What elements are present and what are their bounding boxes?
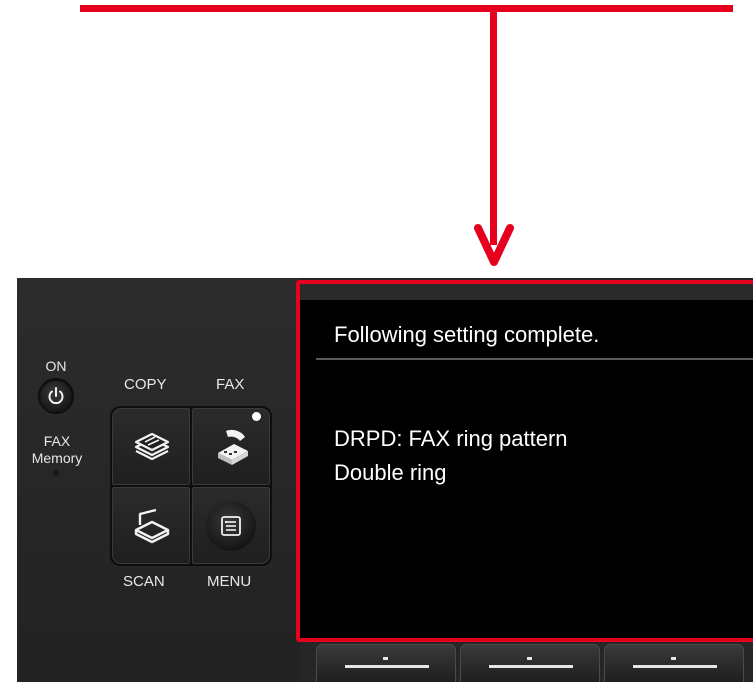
function-button-right[interactable] bbox=[604, 644, 744, 682]
fax-indicator-lamp bbox=[252, 412, 261, 421]
function-button-center[interactable] bbox=[460, 644, 600, 682]
scan-icon bbox=[134, 508, 170, 544]
fax-memory-label-line1: FAX bbox=[43, 433, 71, 449]
on-label: ON bbox=[45, 358, 67, 374]
copy-button[interactable] bbox=[112, 408, 190, 485]
menu-icon bbox=[221, 516, 241, 536]
printer-control-panel: ON FAX Memory COPY FAX SCAN MENU Followi… bbox=[17, 278, 753, 682]
fax-label: FAX bbox=[216, 376, 245, 393]
scan-button[interactable] bbox=[112, 487, 190, 564]
annotation-arrow-head bbox=[474, 224, 514, 266]
menu-button-disc bbox=[206, 501, 256, 551]
function-button-line bbox=[633, 665, 717, 668]
copy-icon bbox=[134, 432, 170, 461]
power-icon bbox=[48, 387, 64, 405]
function-button-dot bbox=[383, 657, 388, 660]
function-button-line bbox=[345, 665, 429, 668]
fax-memory-lamp bbox=[53, 470, 59, 476]
power-button[interactable] bbox=[38, 378, 74, 414]
function-button-dot bbox=[671, 657, 676, 660]
annotation-vertical-line bbox=[490, 5, 497, 245]
lcd-message-line2: Double ring bbox=[334, 460, 447, 485]
fax-memory-label: FAX Memory bbox=[22, 433, 92, 467]
annotation-horizontal-line bbox=[80, 5, 733, 12]
fax-icon bbox=[218, 429, 248, 465]
scan-label: SCAN bbox=[123, 573, 165, 590]
function-button-left[interactable] bbox=[316, 644, 456, 682]
function-button-dot bbox=[527, 657, 532, 660]
copy-label: COPY bbox=[124, 376, 167, 393]
lcd-divider bbox=[316, 358, 753, 360]
lcd-message-line1: DRPD: FAX ring pattern bbox=[334, 426, 568, 451]
fax-memory-label-line2: Memory bbox=[31, 450, 83, 466]
lcd-title: Following setting complete. bbox=[334, 322, 600, 347]
menu-button[interactable] bbox=[192, 487, 270, 564]
lcd-screen: Following setting complete. DRPD: FAX ri… bbox=[296, 280, 753, 642]
lcd-top-strip bbox=[300, 284, 753, 300]
function-button-line bbox=[489, 665, 573, 668]
menu-label: MENU bbox=[207, 573, 252, 590]
